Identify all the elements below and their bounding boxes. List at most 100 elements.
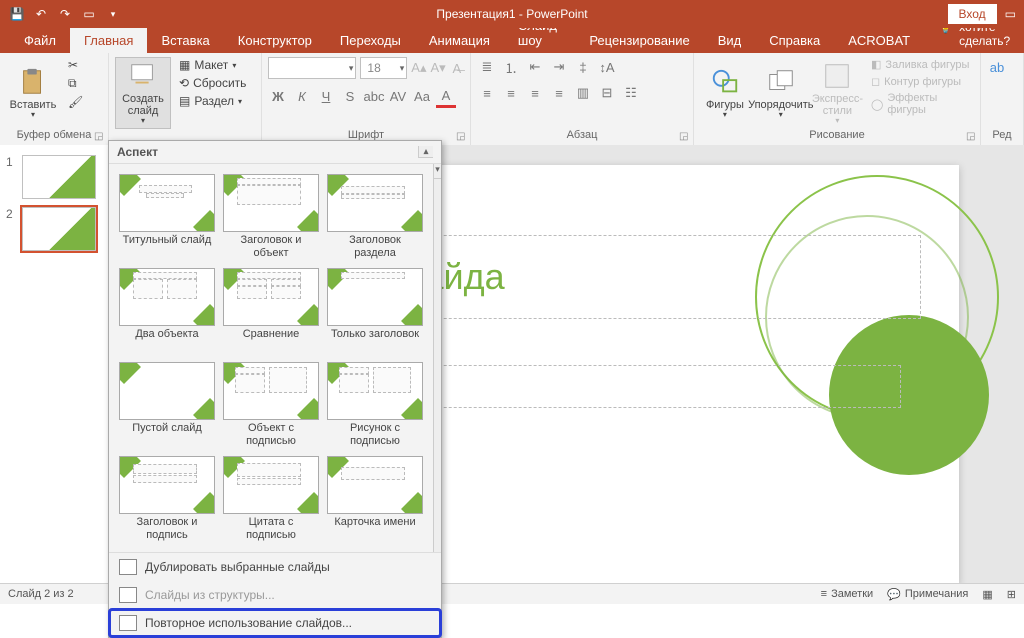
login-button[interactable]: Вход	[948, 4, 997, 24]
line-spacing-button[interactable]: ‡	[573, 57, 593, 77]
justify-button[interactable]: ≡	[549, 83, 569, 103]
ribbon-options-icon[interactable]: ▭	[1005, 7, 1016, 21]
new-slide-button[interactable]: Создать слайд ▾	[115, 57, 171, 129]
shape-fill-button[interactable]: ◧Заливка фигуры	[867, 57, 974, 72]
tab-design[interactable]: Конструктор	[224, 28, 326, 53]
layout-option-2[interactable]: Заголовок раздела	[325, 172, 425, 262]
comments-button[interactable]: 💬Примечания	[887, 588, 968, 601]
shape-outline-button[interactable]: ◻Контур фигуры	[867, 74, 974, 89]
layout-option-9[interactable]: Заголовок и подпись	[117, 454, 217, 544]
layout-thumb	[223, 268, 319, 326]
columns-button[interactable]: ▥	[573, 83, 593, 103]
layout-option-1[interactable]: Заголовок и объект	[221, 172, 321, 262]
outline-icon: ◻	[871, 75, 880, 88]
tab-home[interactable]: Главная	[70, 28, 147, 53]
gallery-scrollbar[interactable]: ▾	[433, 164, 441, 552]
sorter-view-icon[interactable]: ⊞	[1007, 588, 1016, 601]
quick-styles-icon	[822, 61, 852, 91]
start-slideshow-icon[interactable]: ▭	[78, 3, 100, 25]
slides-from-outline-item[interactable]: Слайды из структуры...	[109, 581, 441, 609]
paragraph-launcher-icon[interactable]: ◲	[679, 131, 691, 143]
font-family-combo[interactable]: ▾	[268, 57, 356, 79]
spacing-button[interactable]: AV	[388, 87, 408, 107]
layout-option-11[interactable]: Карточка имени	[325, 454, 425, 544]
layout-option-4[interactable]: Сравнение	[221, 266, 321, 356]
font-launcher-icon[interactable]: ◲	[456, 131, 468, 143]
format-painter-button[interactable]: 🖌	[64, 94, 87, 110]
copy-button[interactable]: ⧉	[64, 75, 87, 92]
quick-styles-button[interactable]: Экспресс-стили▾	[812, 57, 863, 129]
layout-option-0[interactable]: Титульный слайд	[117, 172, 217, 262]
replace-button[interactable]: ab	[987, 57, 1007, 77]
gallery-scroll-down-icon[interactable]: ▾	[434, 164, 441, 179]
tab-animations[interactable]: Анимация	[415, 28, 504, 53]
thumbnail-1[interactable]: 1	[0, 151, 108, 203]
decrease-font-icon[interactable]: A▾	[430, 58, 445, 78]
gallery-scroll-up-icon[interactable]: ▴	[419, 146, 433, 158]
shapes-button[interactable]: Фигуры▾	[700, 57, 750, 129]
bold-button[interactable]: Ж	[268, 87, 288, 107]
undo-icon[interactable]: ↶	[30, 3, 52, 25]
fill-icon: ◧	[871, 58, 881, 71]
status-slide-count[interactable]: Слайд 2 из 2	[8, 588, 74, 600]
layout-thumb	[327, 456, 423, 514]
tab-help[interactable]: Справка	[755, 28, 834, 53]
increase-indent-button[interactable]: ⇥	[549, 57, 569, 77]
tab-transitions[interactable]: Переходы	[326, 28, 415, 53]
layout-option-8[interactable]: Рисунок с подписью	[325, 360, 425, 450]
numbering-button[interactable]: ⒈	[501, 57, 521, 77]
duplicate-slides-item[interactable]: Дублировать выбранные слайды	[109, 553, 441, 581]
layout-option-5[interactable]: Только заголовок	[325, 266, 425, 356]
underline-button[interactable]: Ч	[316, 87, 336, 107]
shadow-button[interactable]: S	[340, 87, 360, 107]
layout-thumb	[119, 362, 215, 420]
save-icon[interactable]: 💾	[6, 3, 28, 25]
notes-button[interactable]: ≡Заметки	[821, 588, 874, 600]
text-direction-button[interactable]: ↕A	[597, 57, 617, 77]
cut-button[interactable]: ✂	[64, 57, 87, 73]
layout-label: Пустой слайд	[132, 422, 202, 448]
layout-option-10[interactable]: Цитата с подписью	[221, 454, 321, 544]
reset-icon: ⟲	[179, 76, 189, 90]
section-button[interactable]: ▤Раздел▾	[175, 93, 250, 109]
bullets-button[interactable]: ≣	[477, 57, 497, 77]
layout-label: Заголовок и объект	[223, 234, 319, 260]
align-right-button[interactable]: ≡	[525, 83, 545, 103]
layout-option-3[interactable]: Два объекта	[117, 266, 217, 356]
layout-label: Заголовок и подпись	[119, 516, 215, 542]
align-text-button[interactable]: ⊟	[597, 83, 617, 103]
tab-file[interactable]: Файл	[10, 28, 70, 53]
group-paragraph-label: Абзац	[477, 129, 687, 143]
clear-format-icon[interactable]: A̶	[450, 58, 464, 78]
normal-view-icon[interactable]: ▦	[982, 588, 992, 601]
redo-icon[interactable]: ↷	[54, 3, 76, 25]
tab-insert[interactable]: Вставка	[147, 28, 223, 53]
font-size-combo[interactable]: 18▾	[360, 57, 407, 79]
drawing-launcher-icon[interactable]: ◲	[966, 131, 978, 143]
font-color-button[interactable]: A	[436, 85, 456, 108]
align-center-button[interactable]: ≡	[501, 83, 521, 103]
reuse-slides-item[interactable]: Повторное использование слайдов...	[109, 609, 441, 637]
layout-option-6[interactable]: Пустой слайд	[117, 360, 217, 450]
layout-button[interactable]: ▦Макет▾	[175, 57, 250, 73]
tab-view[interactable]: Вид	[704, 28, 756, 53]
smartart-button[interactable]: ☷	[621, 83, 641, 103]
arrange-button[interactable]: Упорядочить▾	[754, 57, 808, 129]
case-button[interactable]: Aa	[412, 87, 432, 107]
reset-button[interactable]: ⟲Сбросить	[175, 75, 250, 91]
align-left-button[interactable]: ≡	[477, 83, 497, 103]
group-slides: Создать слайд ▾ ▦Макет▾ ⟲Сбросить ▤Разде…	[109, 53, 262, 145]
clipboard-launcher-icon[interactable]: ◲	[94, 131, 106, 143]
layout-thumb	[327, 362, 423, 420]
italic-button[interactable]: К	[292, 87, 312, 107]
qat-customize-icon[interactable]: ▾	[102, 3, 124, 25]
tab-acrobat[interactable]: ACROBAT	[834, 28, 924, 53]
strike-button[interactable]: abc	[364, 87, 384, 107]
paste-button[interactable]: Вставить ▾	[6, 57, 60, 129]
thumbnail-2[interactable]: 2	[0, 203, 108, 255]
shape-effects-button[interactable]: ◯Эффекты фигуры	[867, 91, 974, 117]
decrease-indent-button[interactable]: ⇤	[525, 57, 545, 77]
layout-option-7[interactable]: Объект с подписью	[221, 360, 321, 450]
increase-font-icon[interactable]: A▴	[411, 58, 426, 78]
tab-review[interactable]: Рецензирование	[575, 28, 703, 53]
